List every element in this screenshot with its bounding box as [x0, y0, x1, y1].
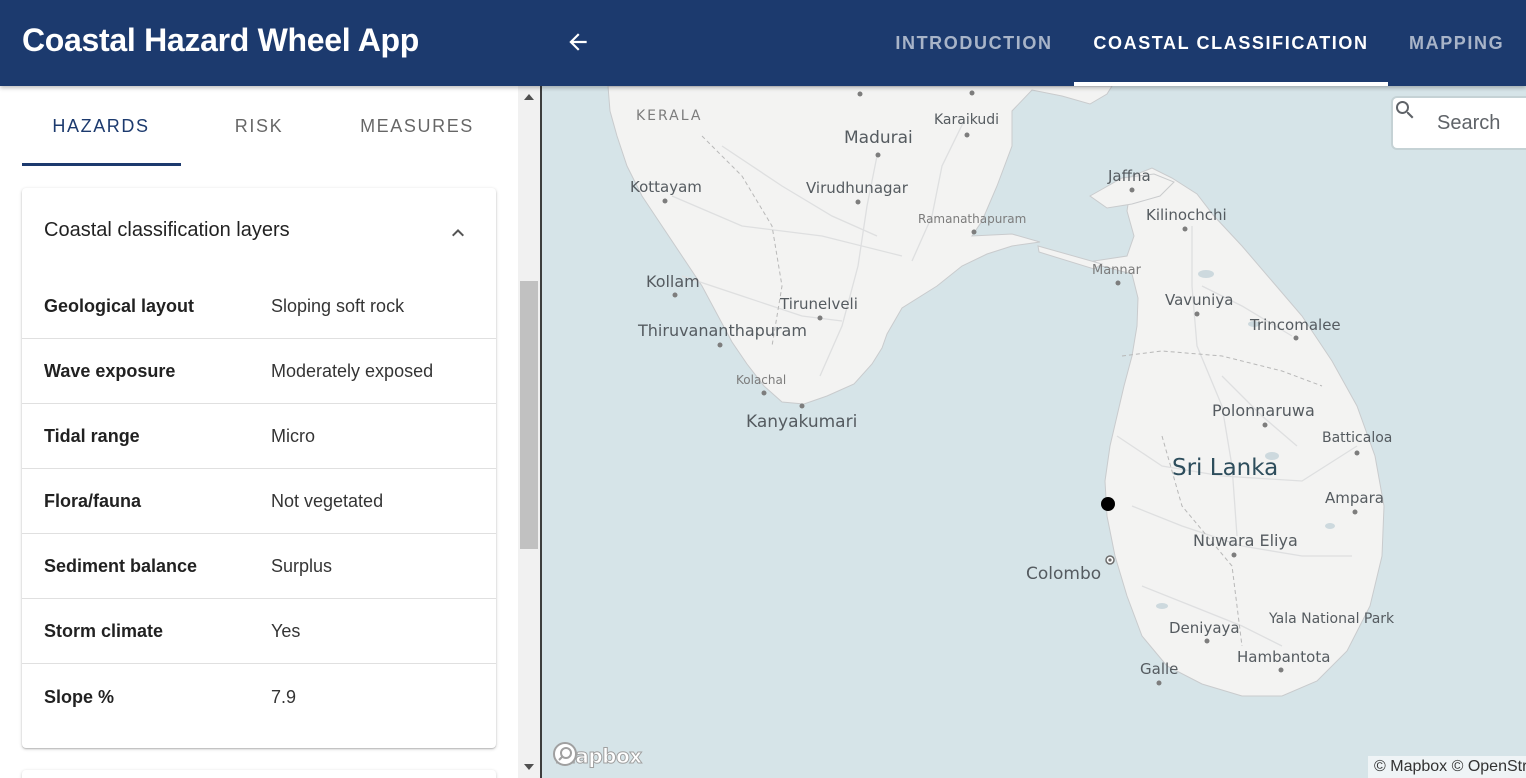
- mapbox-logo[interactable]: mapbox: [552, 741, 643, 771]
- arrow-left-icon: [569, 33, 587, 51]
- classification-row: Slope % 7.9: [22, 664, 496, 730]
- classification-card: Coastal classification layers Geological…: [22, 188, 496, 748]
- map-label-sri-lanka: Sri Lanka: [1172, 455, 1279, 481]
- tab-label: RISK: [234, 115, 284, 136]
- row-label: Geological layout: [44, 295, 195, 316]
- map-label-thiruvananthapuram: Thiruvananthapuram: [638, 321, 807, 340]
- map-label-tirunelveli: Tirunelveli: [780, 295, 858, 313]
- search-icon: [1396, 101, 1414, 119]
- tab-hazards[interactable]: HAZARDS: [22, 86, 180, 166]
- classification-row: Storm climate Yes: [22, 599, 496, 664]
- map-label-kollam: Kollam: [646, 272, 700, 291]
- map-label-kerala: KERALA: [636, 108, 703, 124]
- row-value: Not vegetated: [271, 490, 384, 511]
- row-value: Surplus: [271, 555, 333, 576]
- row-label: Storm climate: [44, 620, 164, 641]
- map-label-nuwara-eliya: Nuwara Eliya: [1193, 531, 1298, 550]
- map-label-kottayam: Kottayam: [630, 178, 702, 196]
- app-title: Coastal Hazard Wheel App: [22, 22, 420, 58]
- classification-row: Wave exposure Moderately exposed: [22, 339, 496, 404]
- scrollbar-thumb[interactable]: [520, 281, 538, 549]
- selected-location-marker[interactable]: [1101, 497, 1115, 511]
- map-label-kanyakumari: Kanyakumari: [746, 412, 858, 432]
- map-label-kilinochchi: Kilinochchi: [1146, 206, 1227, 224]
- map-label-galle: Galle: [1140, 660, 1179, 678]
- map-label-colombo: Colombo: [1026, 564, 1102, 584]
- map-label-polonnaruwa: Polonnaruwa: [1212, 401, 1315, 420]
- chevron-up-icon: [452, 229, 464, 237]
- sidebar-scrollbar[interactable]: [518, 86, 540, 778]
- map-search[interactable]: [1393, 98, 1526, 148]
- map-label-hambantota: Hambantota: [1237, 648, 1331, 666]
- tab-label: INTRODUCTION: [895, 32, 1053, 53]
- back-button[interactable]: [558, 22, 598, 62]
- attribution-text: © Mapbox © OpenStr: [1374, 758, 1526, 775]
- search-input[interactable]: [1437, 98, 1526, 148]
- map-label-trincomalee: Trincomalee: [1250, 316, 1341, 334]
- active-tab-indicator: [1074, 82, 1388, 86]
- map-label-vavuniya: Vavuniya: [1165, 291, 1234, 309]
- map-label-jaffna: Jaffna: [1108, 167, 1151, 185]
- sidebar-tab-indicator: [22, 163, 181, 166]
- map-label-yala-national-park: Yala National Park: [1269, 611, 1395, 627]
- tab-risk[interactable]: RISK: [180, 86, 338, 166]
- row-value: Moderately exposed: [271, 360, 434, 381]
- map-label-karaikudi: Karaikudi: [934, 112, 1000, 128]
- row-label: Slope %: [44, 686, 115, 707]
- classification-row: Sediment balance Surplus: [22, 534, 496, 599]
- sidebar: HAZARDS RISK MEASURES Coastal classifica…: [0, 86, 518, 778]
- classification-row: Geological layout Sloping soft rock: [22, 274, 496, 339]
- mapbox-icon: [553, 742, 577, 766]
- row-label: Sediment balance: [44, 555, 198, 576]
- row-value: Micro: [271, 425, 315, 446]
- scroll-up-icon[interactable]: [524, 94, 534, 100]
- map-attribution[interactable]: © Mapbox © OpenStr: [1368, 756, 1526, 778]
- row-label: Flora/fauna: [44, 490, 142, 511]
- tab-label: HAZARDS: [52, 115, 150, 136]
- card-header-toggle[interactable]: Coastal classification layers: [22, 188, 496, 274]
- row-value: Sloping soft rock: [271, 295, 405, 316]
- classification-row: Flora/fauna Not vegetated: [22, 469, 496, 534]
- map-label-deniyaya: Deniyaya: [1169, 619, 1240, 637]
- card-title: Coastal classification layers: [44, 219, 290, 241]
- scroll-down-icon[interactable]: [524, 764, 534, 770]
- tab-label: COASTAL CLASSIFICATION: [1093, 32, 1369, 53]
- row-value: Yes: [271, 620, 301, 641]
- tab-label: MAPPING: [1409, 32, 1505, 53]
- app-bar: Coastal Hazard Wheel App INTRODUCTION CO…: [0, 0, 1526, 86]
- tab-introduction[interactable]: INTRODUCTION: [876, 0, 1072, 86]
- row-label: Tidal range: [44, 425, 140, 446]
- map-label-mannar: Mannar: [1092, 263, 1141, 278]
- tab-label: MEASURES: [360, 115, 474, 136]
- row-value: 7.9: [271, 686, 297, 707]
- map-label-batticaloa: Batticaloa: [1322, 430, 1393, 446]
- map-label-ramanathapuram: Ramanathapuram: [918, 212, 1027, 226]
- row-label: Wave exposure: [44, 360, 176, 381]
- map-view[interactable]: KERALA Madurai Karaikudi Kottayam Virudh…: [540, 86, 1526, 778]
- classification-row: Tidal range Micro: [22, 404, 496, 469]
- tab-coastal-classification[interactable]: COASTAL CLASSIFICATION: [1074, 0, 1388, 86]
- next-card: [22, 770, 496, 778]
- map-label-virudhunagar: Virudhunagar: [806, 179, 908, 197]
- sidebar-tabs: HAZARDS RISK MEASURES: [22, 86, 496, 166]
- tab-measures[interactable]: MEASURES: [338, 86, 496, 166]
- map-label-ampara: Ampara: [1325, 489, 1384, 507]
- tab-mapping[interactable]: MAPPING: [1390, 0, 1526, 86]
- map-label-kolachal: Kolachal: [736, 373, 787, 387]
- map-label-madurai: Madurai: [844, 128, 913, 148]
